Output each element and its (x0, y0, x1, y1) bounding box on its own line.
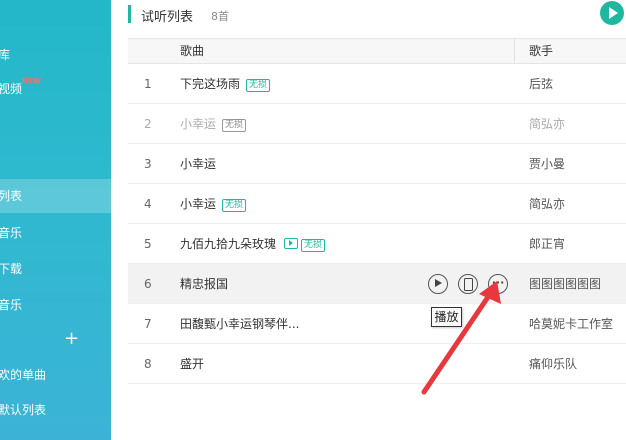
song-title-cell[interactable]: 精忠报国 (180, 264, 228, 304)
table-row[interactable]: 3 小幸运 贾小曼 (128, 144, 626, 184)
lossless-badge: 无损 (222, 119, 247, 132)
sidebar-item-music[interactable]: 音乐 (0, 216, 111, 250)
song-title-cell[interactable]: 九佰九拾九朵玫瑰 无损 (180, 224, 326, 264)
sidebar-item-label: 欢的单曲 (0, 368, 47, 382)
song-title: 小幸运 (180, 157, 217, 171)
row-number: 3 (144, 157, 152, 171)
sidebar-section-created: + (0, 322, 111, 356)
song-title-cell[interactable]: 田馥甄小幸运钢琴伴... (180, 304, 299, 344)
sidebar-item-playlist[interactable]: 列表 (0, 179, 111, 213)
table-row[interactable]: 7 田馥甄小幸运钢琴伴... 哈莫妮卡工作室 (128, 304, 626, 344)
sidebar: 库 视频 NEW 列表 音乐 下载 音乐 + 欢的单曲 默认列表 (0, 0, 111, 440)
row-number: 4 (144, 197, 152, 211)
artist-name[interactable]: 后弦 (529, 64, 553, 104)
sidebar-item-label: 音乐 (0, 298, 23, 312)
lossless-badge: 无损 (222, 199, 247, 212)
artist-name[interactable]: 郎正宵 (529, 224, 565, 264)
artist-name[interactable]: 简弘亦 (529, 104, 565, 144)
song-title: 小幸运 (180, 117, 217, 131)
sidebar-item-label: 音乐 (0, 226, 23, 240)
row-number: 1 (144, 77, 152, 91)
column-divider (514, 39, 515, 63)
sidebar-item-label: 默认列表 (0, 403, 47, 417)
lossless-badge: 无损 (301, 239, 326, 252)
song-title: 下完这场雨 (180, 77, 241, 91)
main-panel: 试听列表 8首 歌曲 歌手 1 下完这场雨 无损 后弦 2 小幸运 无损 简弘亦 3 (111, 0, 626, 440)
song-title-cell[interactable]: 盛开 (180, 344, 204, 384)
song-title-cell[interactable]: 小幸运 无损 (180, 104, 247, 144)
lossless-badge: 无损 (246, 79, 271, 92)
plus-icon[interactable]: + (64, 322, 79, 356)
sidebar-item-downloads[interactable]: 下载 (0, 252, 111, 286)
sidebar-item-label: 下载 (0, 262, 23, 276)
song-title-cell[interactable]: 小幸运 (180, 144, 216, 184)
sidebar-item-video[interactable]: 视频 NEW (0, 72, 111, 106)
play-tooltip: 播放 (431, 307, 462, 327)
page-title: 试听列表 (141, 10, 194, 25)
song-title-cell[interactable]: 下完这场雨 无损 (180, 64, 271, 104)
row-number: 2 (144, 117, 152, 131)
sidebar-item-default-list[interactable]: 默认列表 (0, 393, 111, 427)
row-number: 8 (144, 357, 152, 371)
table-row[interactable]: 6 精忠报国 ··· 图图图图图图 (128, 264, 626, 304)
song-title-cell[interactable]: 小幸运 无损 (180, 184, 247, 224)
song-table: 歌曲 歌手 1 下完这场雨 无损 后弦 2 小幸运 无损 简弘亦 3 小幸运 贾小曼… (128, 38, 626, 384)
table-row[interactable]: 1 下完这场雨 无损 后弦 (128, 64, 626, 104)
title-accent-bar (128, 5, 131, 23)
artist-name[interactable]: 贾小曼 (529, 144, 565, 184)
sidebar-item-label: 库 (0, 48, 11, 62)
song-title: 盛开 (180, 357, 205, 371)
artist-name[interactable]: 哈莫妮卡工作室 (529, 304, 613, 344)
mv-icon[interactable] (284, 238, 299, 249)
table-row[interactable]: 2 小幸运 无损 简弘亦 (128, 104, 626, 144)
row-number: 7 (144, 317, 152, 331)
song-title: 精忠报国 (180, 277, 229, 291)
phone-icon[interactable] (458, 274, 478, 294)
artist-name[interactable]: 简弘亦 (529, 184, 565, 224)
play-all-icon[interactable] (600, 1, 624, 25)
more-icon[interactable]: ··· (488, 274, 508, 294)
song-title: 小幸运 (180, 197, 217, 211)
column-header-song[interactable]: 歌曲 (180, 39, 204, 63)
sidebar-item-liked-songs[interactable]: 欢的单曲 (0, 358, 111, 392)
table-header: 歌曲 歌手 (128, 38, 626, 64)
artist-name[interactable]: 图图图图图图 (529, 264, 601, 304)
column-header-artist[interactable]: 歌手 (529, 39, 553, 63)
new-badge: NEW (22, 77, 42, 85)
sidebar-item-label: 视频 (0, 82, 23, 96)
table-row[interactable]: 8 盛开 痛仰乐队 (128, 344, 626, 384)
song-title: 田馥甄小幸运钢琴伴... (180, 317, 300, 331)
song-count: 8首 (211, 10, 229, 23)
sidebar-item-library[interactable]: 库 (0, 38, 111, 72)
table-row[interactable]: 5 九佰九拾九朵玫瑰 无损 郎正宵 (128, 224, 626, 264)
music-player-window: 库 视频 NEW 列表 音乐 下载 音乐 + 欢的单曲 默认列表 试听列表 8首… (0, 0, 626, 440)
play-icon[interactable] (428, 274, 448, 294)
sidebar-item-local-music[interactable]: 音乐 (0, 288, 111, 322)
song-title: 九佰九拾九朵玫瑰 (180, 237, 277, 251)
sidebar-item-label: 列表 (0, 189, 23, 203)
row-number: 6 (144, 277, 152, 291)
table-row[interactable]: 4 小幸运 无损 简弘亦 (128, 184, 626, 224)
artist-name[interactable]: 痛仰乐队 (529, 344, 577, 384)
row-number: 5 (144, 237, 152, 251)
